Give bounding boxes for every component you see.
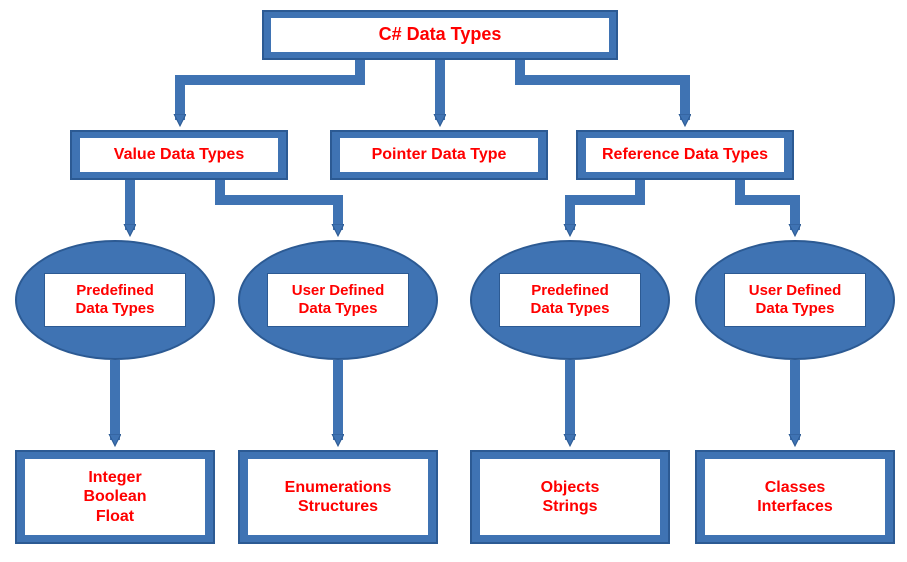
edge-ref-predef2 <box>570 180 640 230</box>
node-leaf3-label: Objects Strings <box>479 458 661 536</box>
node-root-label: C# Data Types <box>270 17 610 53</box>
node-userdef2: User Defined Data Types <box>695 240 895 360</box>
node-predef2-label: Predefined Data Types <box>499 273 641 327</box>
edge-root-value <box>180 60 360 120</box>
node-leaf4-label: Classes Interfaces <box>704 458 886 536</box>
node-reference: Reference Data Types <box>576 130 794 180</box>
node-userdef2-label: User Defined Data Types <box>724 273 866 327</box>
node-pointer: Pointer Data Type <box>330 130 548 180</box>
edge-root-reference <box>520 60 685 120</box>
node-leaf3: Objects Strings <box>470 450 670 544</box>
node-reference-label: Reference Data Types <box>585 137 785 173</box>
node-leaf1: Integer Boolean Float <box>15 450 215 544</box>
node-predef1-label: Predefined Data Types <box>44 273 186 327</box>
node-userdef1: User Defined Data Types <box>238 240 438 360</box>
node-predef2: Predefined Data Types <box>470 240 670 360</box>
edge-value-userdef1 <box>220 180 338 230</box>
edge-ref-userdef2 <box>740 180 795 230</box>
node-leaf1-label: Integer Boolean Float <box>24 458 206 536</box>
node-value-label: Value Data Types <box>79 137 279 173</box>
node-value: Value Data Types <box>70 130 288 180</box>
node-pointer-label: Pointer Data Type <box>339 137 539 173</box>
diagram-canvas: C# Data Types Value Data Types Pointer D… <box>0 0 907 562</box>
node-root: C# Data Types <box>262 10 618 60</box>
node-leaf2: Enumerations Structures <box>238 450 438 544</box>
node-leaf2-label: Enumerations Structures <box>247 458 429 536</box>
node-leaf4: Classes Interfaces <box>695 450 895 544</box>
node-userdef1-label: User Defined Data Types <box>267 273 409 327</box>
node-predef1: Predefined Data Types <box>15 240 215 360</box>
